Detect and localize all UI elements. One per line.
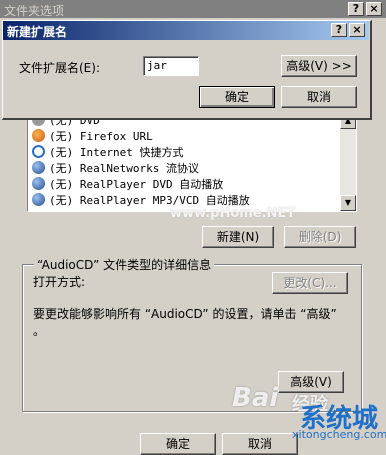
inner-title: 新建扩展名 [7,25,68,39]
help-button[interactable]: ? [331,23,347,37]
new-button[interactable]: 新建(N) [202,226,274,248]
outer-help-button[interactable]: ? [348,2,364,16]
firefox-icon [32,129,45,142]
outer-titlebar: 文件夹选项 ? × [0,0,386,18]
inner-titlebar: 新建扩展名 ? × [3,21,369,40]
cancel-button[interactable]: 取消 [281,86,357,108]
extension-input[interactable]: jar [143,56,199,76]
ok-button[interactable]: 确定 [199,86,275,108]
details-legend: “AudioCD” 文件类型的详细信息 [34,256,215,273]
outer-close-button[interactable]: × [366,2,382,16]
scroll-down-icon[interactable]: ▼ [340,195,356,211]
change-button[interactable]: 更改(C)... [272,272,348,294]
internet-explorer-icon [32,145,45,158]
file-types-list[interactable]: (无) DVD (无) Firefox URL (无) Internet 快捷方… [27,112,357,212]
new-extension-dialog: 新建扩展名 ? × 文件扩展名(E): jar 高级(V) >> 确定 取消 [2,20,372,120]
open-with-label: 打开方式: [33,275,86,289]
list-item[interactable]: (无) RealNetworks 流协议 [32,161,199,177]
list-item[interactable]: (无) RealPlayer DVD 自动播放 [32,177,223,193]
info-text-line1: 要更改能够影响所有 “AudioCD” 的设置，请单击 “高级” [33,307,337,321]
realplayer-icon [32,177,45,190]
advanced-button[interactable]: 高级(V) >> [281,55,357,77]
list-item[interactable]: (无) Internet 快捷方式 [32,145,183,161]
outer-cancel-button[interactable]: 取消 [222,433,298,455]
realplayer-icon [32,161,45,174]
list-item[interactable]: (无) RealPlayer MP3/VCD 自动播放 [32,193,250,209]
list-scrollbar[interactable]: ▲ ▼ [340,113,356,211]
delete-button[interactable]: 删除(D) [284,226,356,248]
extension-label: 文件扩展名(E): [19,61,100,75]
details-advanced-button[interactable]: 高级(V) [278,371,344,393]
close-button[interactable]: × [349,23,365,37]
list-item[interactable]: (无) Firefox URL [32,129,153,145]
realplayer-icon [32,193,45,206]
outer-title: 文件夹选项 [4,4,65,18]
outer-ok-button[interactable]: 确定 [140,433,216,455]
info-text-line2: 。 [33,324,46,338]
